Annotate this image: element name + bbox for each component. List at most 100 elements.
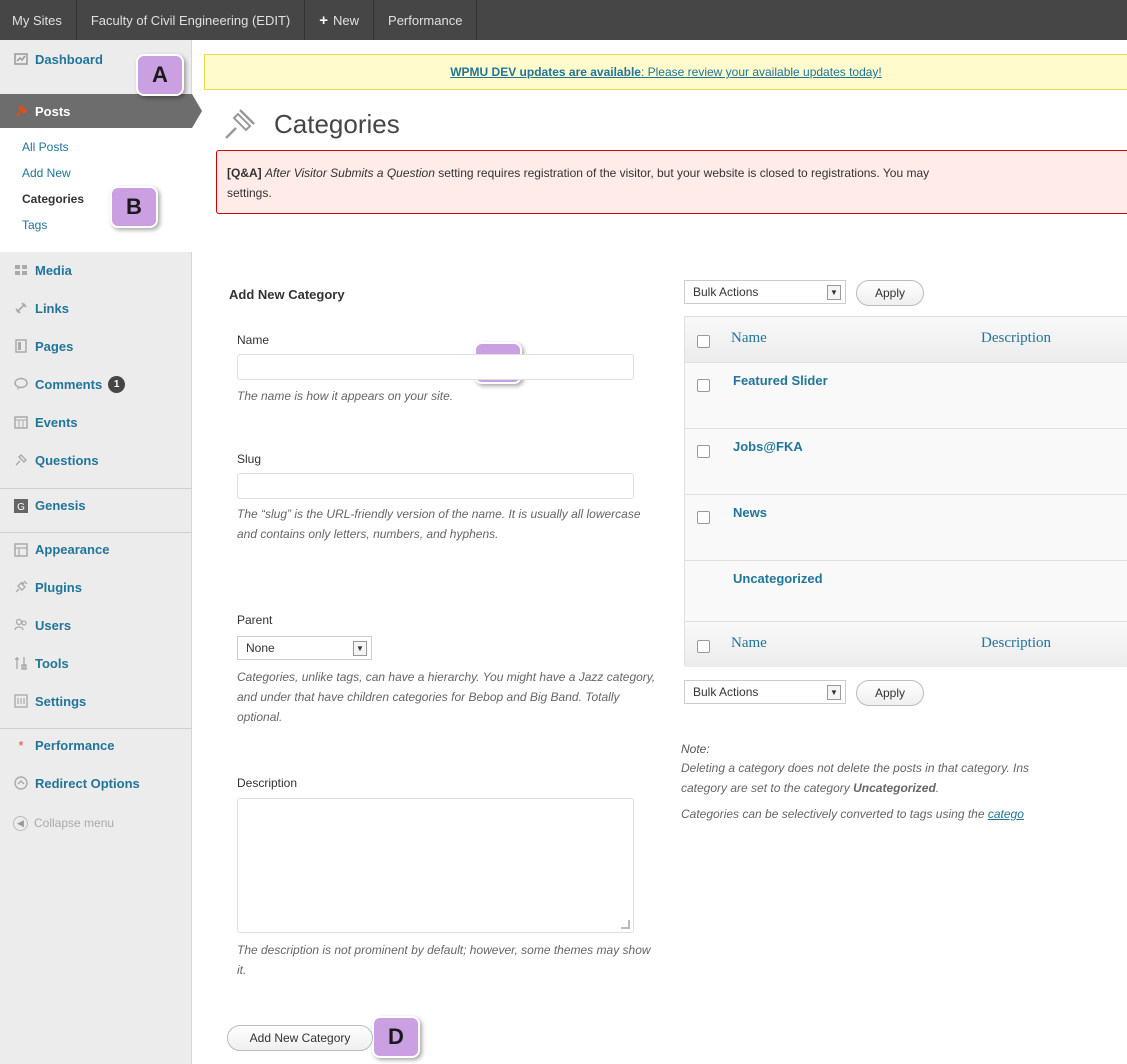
submenu-tags[interactable]: Tags: [0, 218, 192, 244]
category-name-input[interactable]: [237, 354, 634, 380]
calendar-icon: [13, 414, 29, 430]
submenu-categories[interactable]: Categories: [0, 192, 192, 218]
current-menu-arrow: [192, 94, 202, 128]
parent-select-value: None: [246, 641, 275, 655]
note-line-2-text: category are set to the category: [681, 781, 854, 795]
site-name-link[interactable]: Faculty of Civil Engineering (EDIT): [77, 0, 304, 40]
menu-item-settings[interactable]: Settings: [0, 684, 192, 718]
note-line-3-text: Categories can be selectively converted …: [681, 807, 988, 821]
row-checkbox[interactable]: [697, 379, 710, 392]
menu-item-appearance[interactable]: Appearance: [0, 532, 192, 566]
parent-select[interactable]: None ▼: [237, 636, 372, 660]
performance-icon: *: [18, 738, 24, 753]
svg-text:G: G: [17, 502, 25, 513]
menu-label-dashboard: Dashboard: [35, 51, 103, 67]
menu-item-users[interactable]: Users: [0, 608, 192, 642]
parent-help-text: Categories, unlike tags, can have a hier…: [237, 670, 656, 724]
notice-setting-name: After Visitor Submits a Question: [265, 166, 435, 180]
performance-link[interactable]: Performance: [374, 0, 476, 40]
menu-item-performance[interactable]: * Performance: [0, 728, 192, 762]
redirect-icon: [13, 775, 29, 791]
plugin-icon: [13, 579, 29, 595]
menu-item-redirect-options[interactable]: Redirect Options: [0, 766, 192, 800]
menu-item-plugins[interactable]: Plugins: [0, 570, 192, 604]
dashboard-icon: [13, 51, 29, 67]
note-line-1: Deleting a category does not delete the …: [681, 761, 1029, 775]
submenu-all-posts[interactable]: All Posts: [0, 140, 192, 166]
add-category-heading: Add New Category: [229, 287, 345, 302]
slug-help-text: The “slug” is the URL-friendly version o…: [237, 507, 641, 541]
menu-label-genesis: Genesis: [35, 498, 86, 513]
menu-label-plugins: Plugins: [35, 579, 82, 595]
notice-message: setting requires registration of the vis…: [434, 166, 930, 180]
category-link[interactable]: News: [733, 505, 767, 520]
notice-tag: [Q&A]: [227, 166, 262, 180]
my-sites-link[interactable]: My Sites: [0, 0, 76, 40]
menu-label-tools: Tools: [35, 655, 69, 671]
menu-label-events: Events: [35, 414, 78, 430]
annotation-marker-b: B: [110, 186, 158, 228]
column-header-name[interactable]: Name: [731, 330, 767, 347]
table-row: News: [685, 495, 1127, 561]
genesis-icon: G: [13, 498, 29, 514]
column-header-description[interactable]: Description: [981, 330, 1051, 347]
category-converter-link[interactable]: catego: [988, 807, 1024, 821]
annotation-marker-d: D: [372, 1016, 420, 1058]
menu-item-genesis[interactable]: G Genesis: [0, 488, 192, 522]
name-help-text: The name is how it appears on your site.: [237, 389, 454, 403]
menu-item-questions[interactable]: Questions: [0, 443, 192, 477]
row-checkbox[interactable]: [697, 511, 710, 524]
category-description-textarea[interactable]: [237, 798, 634, 933]
apply-button-top[interactable]: Apply: [856, 280, 924, 306]
bulk-actions-select-bottom[interactable]: Bulk Actions ▼: [684, 680, 846, 704]
dropdown-arrow-icon: ▼: [827, 685, 841, 700]
menu-label-redirect-options: Redirect Options: [35, 775, 140, 791]
menu-label-links: Links: [35, 300, 69, 316]
menu-item-media[interactable]: Media: [0, 253, 192, 287]
resize-grip-icon[interactable]: [621, 920, 630, 929]
category-slug-input[interactable]: [237, 473, 634, 499]
apply-button-bottom[interactable]: Apply: [856, 680, 924, 706]
category-link[interactable]: Jobs@FKA: [733, 439, 803, 454]
users-icon: [13, 617, 29, 633]
collapse-menu-button[interactable]: ◀ Collapse menu: [0, 806, 192, 840]
note-uncategorized: Uncategorized: [853, 781, 936, 795]
select-all-checkbox[interactable]: [697, 335, 710, 348]
table-header-row: Name Description: [685, 317, 1127, 363]
notice-line-2: settings.: [227, 186, 272, 200]
dropdown-arrow-icon: ▼: [827, 285, 841, 300]
menu-label-users: Users: [35, 617, 72, 633]
category-link[interactable]: Uncategorized: [733, 571, 823, 586]
name-label: Name: [237, 333, 270, 347]
bulk-actions-select-top[interactable]: Bulk Actions ▼: [684, 280, 846, 304]
menu-label-performance: Performance: [35, 738, 115, 753]
submenu-add-new[interactable]: Add New: [0, 166, 192, 192]
column-footer-description[interactable]: Description: [981, 635, 1051, 652]
appearance-icon: [13, 542, 29, 558]
menu-item-comments[interactable]: Comments 1: [0, 367, 192, 401]
menu-item-pages[interactable]: Pages: [0, 329, 192, 363]
note-title: Note:: [681, 742, 710, 756]
note-line-3: Categories can be selectively converted …: [681, 804, 1127, 824]
menu-item-posts[interactable]: Posts: [0, 94, 192, 128]
updates-notice-text[interactable]: : Please review your available updates t…: [641, 65, 882, 79]
row-checkbox[interactable]: [697, 445, 710, 458]
menu-item-tools[interactable]: Tools: [0, 646, 192, 680]
menu-item-events[interactable]: Events: [0, 405, 192, 439]
dropdown-arrow-icon: ▼: [353, 641, 367, 656]
pushpin-icon: [220, 104, 260, 144]
new-content-link[interactable]: + New: [305, 0, 373, 40]
updates-notice-link[interactable]: WPMU DEV updates are available: [450, 65, 641, 79]
table-footer-row: Name Description: [685, 621, 1127, 667]
posts-submenu: All Posts Add New Categories Tags: [0, 128, 192, 252]
add-new-category-button[interactable]: Add New Category: [227, 1025, 373, 1051]
page-header: Categories: [220, 104, 400, 144]
qa-registration-notice: [Q&A] After Visitor Submits a Question s…: [216, 150, 1127, 214]
pages-icon: [13, 338, 29, 354]
menu-item-links[interactable]: Links: [0, 291, 192, 325]
category-link[interactable]: Featured Slider: [733, 373, 828, 388]
bulk-actions-value: Bulk Actions: [693, 685, 759, 699]
menu-label-comments: Comments: [35, 376, 103, 392]
select-all-checkbox-footer[interactable]: [697, 640, 710, 653]
column-footer-name[interactable]: Name: [731, 635, 767, 652]
